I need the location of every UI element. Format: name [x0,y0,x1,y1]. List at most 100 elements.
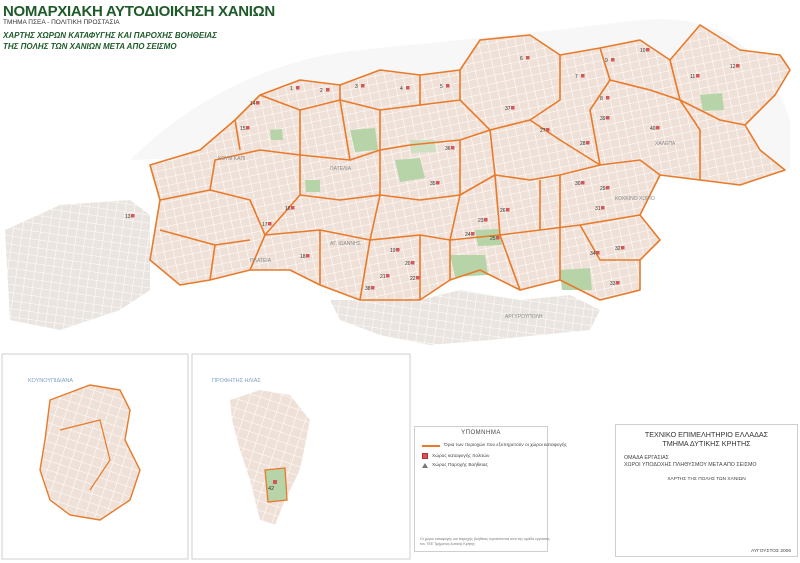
zone-number-8: 8 [600,96,603,102]
shelter-marker-15 [246,126,250,130]
orange-line-icon [422,444,440,447]
zone-number-1: 1 [290,86,293,92]
triangle-icon [422,463,428,468]
shelter-marker-23 [484,218,488,222]
zone-number-15: 15 [240,126,246,132]
inset-right-label: ΠΡΟΦΗΤΗΣ ΗΛΙΑΣ [212,378,261,384]
legend-title: ΥΠΟΜΝΗΜΑ [461,430,501,436]
shelter-marker-10 [646,48,650,52]
shelter-marker-30 [581,181,585,185]
shelter-marker-5 [446,84,450,88]
zone-number-32: 32 [615,246,621,252]
shelter-marker-13 [131,214,135,218]
zone-number-6: 6 [520,56,523,62]
legend-item-label: Χώρος καταφυγής πολιτών [432,453,490,459]
svg-text:ΑΓ. ΙΩΑΝΝΗΣ: ΑΓ. ΙΩΑΝΝΗΣ [330,241,361,247]
shelter-marker-17 [268,222,272,226]
inset-left-map [39,384,141,521]
page-subtitle: ΤΜΗΜΑ ΠΣΕΑ - ΠΟΛΙΤΙΚΗ ΠΡΟΣΤΑΣΙΑ [3,19,120,26]
shelter-marker-38 [371,286,375,290]
shelter-marker-6 [526,56,530,60]
shelter-marker-20 [411,261,415,265]
legend-footnote-line2: του ΤΕΕ Τμήματος Δυτικής Κρήτης [420,542,475,546]
svg-text:ΚΟΥΜ ΚΑΠΙ: ΚΟΥΜ ΚΑΠΙ [218,156,245,162]
map-title: ΧΑΡΤΗΣ ΧΩΡΩΝ ΚΑΤΑΦΥΓΗΣ ΚΑΙ ΠΑΡΟΧΗΣ ΒΟΗΘΕ… [3,30,217,52]
map-title-line1: ΧΑΡΤΗΣ ΧΩΡΩΝ ΚΑΤΑΦΥΓΗΣ ΚΑΙ ΠΑΡΟΧΗΣ ΒΟΗΘΕ… [3,31,217,40]
legend-item-label: Όρια των περιοχών που εξυπηρετούν οι χώρ… [444,443,567,448]
svg-text:ΠΑΤΕΛΙΑ: ΠΑΤΕΛΙΑ [330,166,352,172]
zone-number-28: 28 [580,141,586,147]
info-box: ΤΕΧΝΙΚΟ ΕΠΙΜΕΛΗΤΗΡΙΟ ΕΛΛΑΔΑΣ ΤΜΗΜΑ ΔΥΤΙΚ… [615,424,798,557]
shelter-marker-24 [471,232,475,236]
shelter-marker-37 [511,106,515,110]
zone-number-18: 18 [300,254,306,260]
zone-number-19: 19 [390,248,396,254]
zone-number-7: 7 [575,74,578,80]
shelter-marker-4 [406,86,410,90]
svg-text:ΑΡΓΥΡΟΥΠΟΛΗ: ΑΡΓΥΡΟΥΠΟΛΗ [505,314,543,320]
legend-item-label: Χώρος Παροχής Βοήθειας [432,463,488,468]
shelter-marker-39 [606,116,610,120]
shelter-marker-33 [616,281,620,285]
shelter-marker-29 [606,186,610,190]
shelter-marker-16 [291,206,295,210]
zone-number-21: 21 [380,274,386,280]
legend: ΥΠΟΜΝΗΜΑ Όρια των περιοχών που εξυπηρετο… [414,426,567,552]
shelter-marker-3 [361,84,365,88]
working-group-name: ΧΩΡΟΙ ΥΠΟΔΟΧΗΣ ΠΛΗΘΥΣΜΟΥ ΜΕΤΑ ΑΠΟ ΣΕΙΣΜΟ [624,462,757,468]
zone-number-39: 39 [600,116,606,122]
zone-number-31: 31 [595,206,601,212]
zone-number-14: 14 [250,101,256,107]
shelter-marker-2 [326,88,330,92]
shelter-marker-1 [296,86,300,90]
zone-number-34: 34 [590,251,596,257]
zone-number-40: 40 [650,126,656,132]
legend-item-shelter: Χώρος καταφυγής πολιτών [422,453,489,459]
svg-text:ΧΑΛΕΠΑ: ΧΑΛΕΠΑ [655,141,676,147]
red-square-icon [422,453,428,459]
zone-number-25: 25 [490,236,496,242]
shelter-marker-12 [736,64,740,68]
zone-number-33: 33 [610,281,616,287]
shelter-marker-28 [586,141,590,145]
zone-number-13: 13 [125,214,131,220]
organization-branch: ΤΜΗΜΑ ΔΥΤΙΚΗΣ ΚΡΗΤΗΣ [662,439,751,448]
shelter-marker-26 [506,208,510,212]
shelter-marker-35 [436,181,440,185]
zone-number-11: 11 [690,74,695,80]
zone-number-22: 22 [410,276,416,282]
organization-name: ΤΕΧΝΙΚΟ ΕΠΙΜΕΛΗΤΗΡΙΟ ΕΛΛΑΔΑΣ [644,430,769,439]
legend-item-aid: Χώρος Παροχής Βοήθειας [422,463,488,468]
zone-number-35: 35 [430,181,436,187]
date-label: ΑΥΓΟΥΣΤΟΣ 2006 [751,549,791,554]
zone-number-26: 26 [500,208,506,214]
zone-number-38: 38 [365,286,371,292]
shelter-marker-7 [581,74,585,78]
shelter-marker-32 [621,246,625,250]
shelter-marker-21 [386,274,390,278]
legend-footnote: Οι χώροι καταφυγής και παροχής βοήθειας … [420,537,550,547]
shelter-marker-18 [306,254,310,258]
zone-number-12: 12 [730,64,736,70]
shelter-marker-8 [606,96,610,100]
zone-number-37: 37 [505,106,511,112]
shelter-marker-34 [596,251,600,255]
zone-number-10: 10 [640,48,646,54]
inset-left-label: ΚΟΥΝΟΥΠΙΔΙΑΝΑ [28,378,74,384]
zone-number-9: 9 [605,58,608,64]
zone-number-2: 2 [320,88,323,94]
shelter-marker-14 [256,101,260,105]
legend-item-boundary: Όρια των περιοχών που εξυπηρετούν οι χώρ… [422,443,567,448]
inset-right-zone: 42 [268,486,275,492]
shelter-marker-11 [696,74,700,78]
svg-text:ΚΟΚΚΙΝΟ ΧΩΡΙΟ: ΚΟΚΚΙΝΟ ΧΩΡΙΟ [615,196,655,202]
shelter-marker-27 [546,128,550,132]
shelter-marker-25 [496,236,500,240]
shelter-marker-19 [396,248,400,252]
zone-number-3: 3 [355,84,358,90]
shelter-marker-31 [601,206,605,210]
svg-text:ΠΛΑΤΕΙΑ: ΠΛΑΤΕΙΑ [250,258,272,264]
zone-number-17: 17 [262,222,268,228]
zone-number-16: 16 [285,206,291,212]
shelter-marker-36 [451,146,455,150]
